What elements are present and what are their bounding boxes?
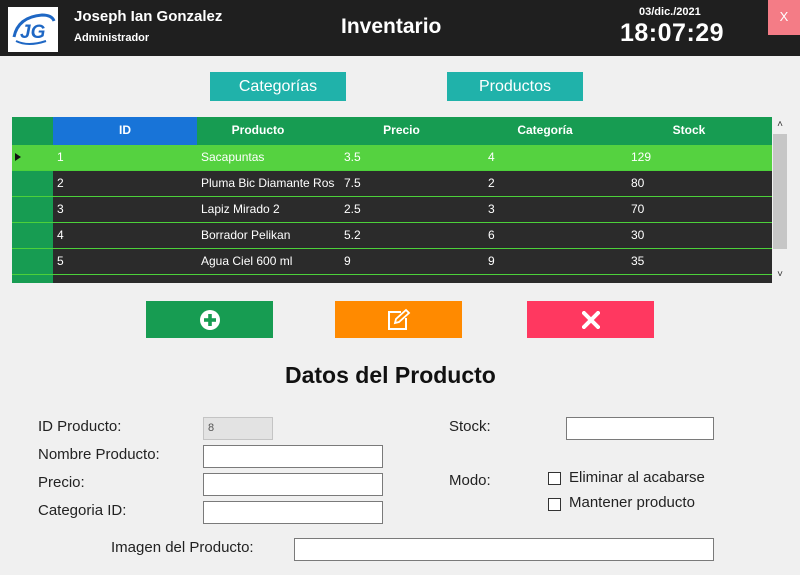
stock-field[interactable]: [566, 417, 714, 440]
productos-button[interactable]: Productos: [447, 72, 583, 101]
cell-stock: 129: [631, 150, 652, 164]
id-producto-label: ID Producto:: [38, 418, 122, 435]
current-time: 18:07:29: [620, 19, 725, 47]
mantener-producto-checkbox[interactable]: [548, 498, 561, 511]
svg-text:JG: JG: [20, 22, 46, 43]
delete-product-button[interactable]: [527, 301, 654, 338]
nombre-producto-field[interactable]: [203, 445, 383, 468]
scroll-down-icon[interactable]: ˅: [772, 267, 788, 283]
grid-header: ID Producto Precio Categoría Stock: [12, 117, 772, 145]
stock-label: Stock:: [449, 418, 491, 435]
row-indicator: [12, 197, 53, 222]
form-title: Datos del Producto: [285, 362, 496, 388]
table-row[interactable]: 4 Borrador Pelikan 5.2 6 30: [12, 223, 772, 249]
cell-id: 1: [57, 150, 64, 164]
row-indicator: [12, 249, 53, 274]
mantener-producto-label: Mantener producto: [569, 494, 695, 511]
scroll-up-icon[interactable]: ˄: [772, 117, 788, 133]
page-title: Inventario: [341, 15, 442, 38]
column-header-producto[interactable]: Producto: [197, 117, 319, 145]
table-row[interactable]: 2 Pluma Bic Diamante Rosa 7.5 2 80: [12, 171, 772, 197]
close-button[interactable]: X: [768, 0, 800, 35]
cell-producto: Sacapuntas: [201, 150, 265, 164]
column-header-precio[interactable]: Precio: [319, 117, 484, 145]
products-grid[interactable]: ID Producto Precio Categoría Stock 1 Sac…: [12, 117, 772, 283]
cell-precio: 7.5: [344, 176, 361, 190]
cell-precio: 9: [344, 254, 351, 268]
column-header-categoria[interactable]: Categoría: [484, 117, 606, 145]
cell-categoria: 9: [488, 254, 495, 268]
user-role: Administrador: [74, 32, 150, 44]
cell-producto: Pluma Bic Diamante Rosa: [201, 176, 335, 190]
jg-logo-icon: JG: [8, 7, 58, 52]
cell-stock: 80: [631, 176, 645, 190]
cell-stock: 70: [631, 202, 645, 216]
categoria-id-field[interactable]: [203, 501, 383, 524]
precio-field[interactable]: [203, 473, 383, 496]
row-indicator: [12, 223, 53, 248]
cell-id: 5: [57, 254, 64, 268]
add-product-button[interactable]: [146, 301, 273, 338]
table-row[interactable]: 1 Sacapuntas 3.5 4 129: [12, 145, 772, 171]
cell-categoria: 3: [488, 202, 495, 216]
table-row[interactable]: 5 Agua Ciel 600 ml 9 9 35: [12, 249, 772, 275]
header-bar: JG Joseph Ian Gonzalez Administrador Inv…: [0, 0, 800, 56]
cell-precio: 3.5: [344, 150, 361, 164]
categorias-button[interactable]: Categorías: [210, 72, 346, 101]
eliminar-al-acabarse-checkbox[interactable]: [548, 472, 561, 485]
imagen-producto-label: Imagen del Producto:: [111, 539, 254, 556]
eliminar-al-acabarse-label: Eliminar al acabarse: [569, 469, 705, 486]
cell-id: 2: [57, 176, 64, 190]
nombre-producto-label: Nombre Producto:: [38, 446, 160, 463]
edit-product-button[interactable]: [335, 301, 462, 338]
cell-categoria: 2: [488, 176, 495, 190]
table-row[interactable]: 3 Lapiz Mirado 2 2.5 3 70: [12, 197, 772, 223]
imagen-producto-field[interactable]: [294, 538, 714, 561]
current-row-arrow-icon: [15, 153, 21, 161]
scroll-thumb[interactable]: [773, 134, 787, 249]
cell-producto: Agua Ciel 600 ml: [201, 254, 293, 268]
categoria-id-label: Categoria ID:: [38, 502, 127, 519]
cell-producto: Borrador Pelikan: [201, 228, 291, 242]
close-icon: [581, 310, 600, 329]
current-date: 03/dic./2021: [639, 6, 701, 18]
plus-circle-icon: [199, 309, 220, 330]
user-name: Joseph Ian Gonzalez: [74, 8, 223, 25]
row-indicator: [12, 145, 53, 170]
edit-icon: [387, 308, 410, 330]
precio-label: Precio:: [38, 474, 85, 491]
cell-id: 4: [57, 228, 64, 242]
cell-precio: 5.2: [344, 228, 361, 242]
id-producto-field: 8: [203, 417, 273, 440]
grid-scrollbar[interactable]: ˄ ˅: [772, 117, 788, 283]
column-header-stock[interactable]: Stock: [606, 117, 772, 145]
modo-label: Modo:: [449, 472, 491, 489]
cell-precio: 2.5: [344, 202, 361, 216]
column-header-id[interactable]: ID: [53, 117, 197, 145]
cell-producto: Lapiz Mirado 2: [201, 202, 280, 216]
cell-stock: 30: [631, 228, 645, 242]
cell-stock: 35: [631, 254, 645, 268]
cell-categoria: 6: [488, 228, 495, 242]
cell-id: 3: [57, 202, 64, 216]
cell-categoria: 4: [488, 150, 495, 164]
row-indicator: [12, 171, 53, 196]
